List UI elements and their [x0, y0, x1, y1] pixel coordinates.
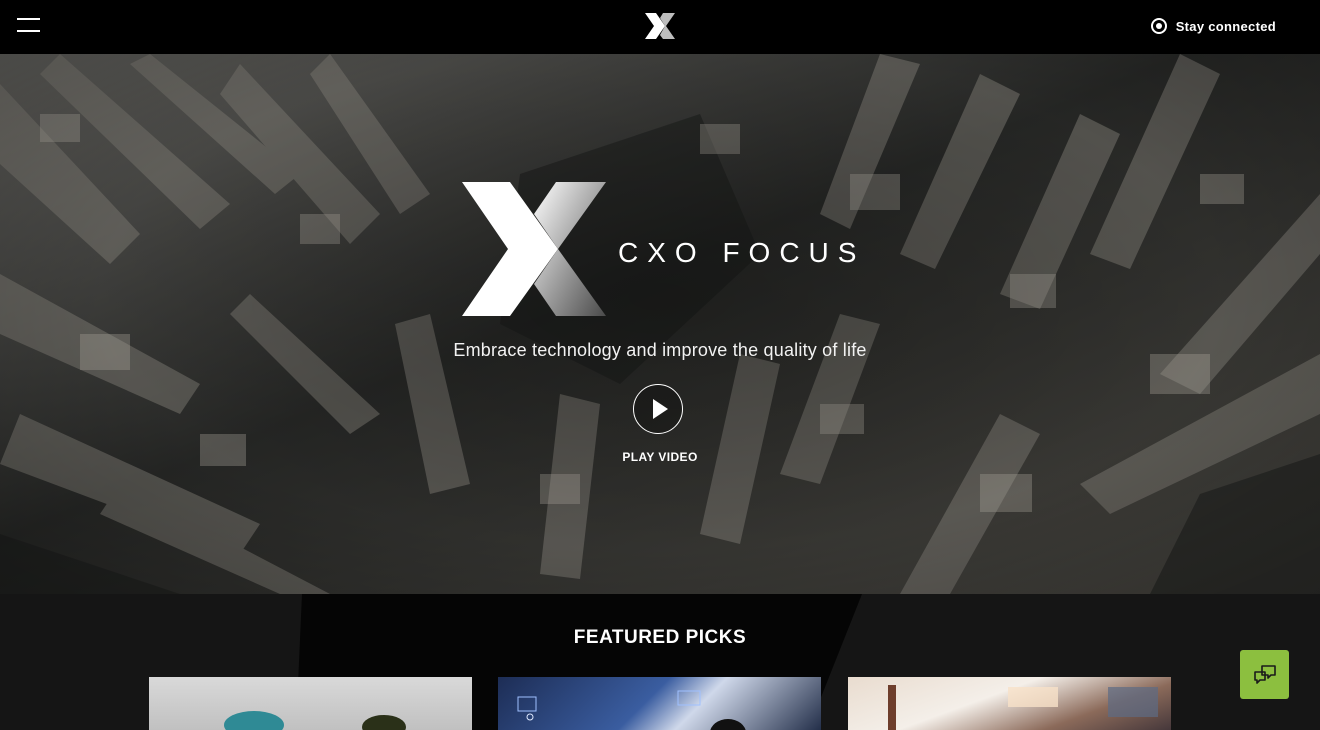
featured-picks-section: FEATURED PICKS: [0, 594, 1320, 730]
cxo-focus-brand: CXO FOCUS: [458, 180, 865, 318]
top-navigation-bar: Stay connected: [0, 0, 1320, 54]
featured-pick-image-1: [224, 711, 406, 730]
chat-bubbles-icon: [1253, 664, 1276, 684]
featured-pick-card-2[interactable]: [498, 677, 821, 730]
chat-button[interactable]: [1240, 650, 1289, 699]
featured-pick-card-3[interactable]: [848, 677, 1171, 730]
brand-name: CXO FOCUS: [618, 237, 866, 268]
hero-overlay: [0, 54, 1320, 594]
radio-dot-icon: [1150, 18, 1167, 34]
stay-connected-label: Stay connected: [1175, 18, 1276, 34]
x-logo-icon: [462, 182, 606, 316]
x-logo-icon[interactable]: [644, 13, 676, 39]
featured-pick-image-3: [888, 685, 1158, 730]
play-icon[interactable]: [633, 384, 683, 434]
hero-banner: CXO FOCUS Embrace technology and improve…: [0, 54, 1320, 594]
featured-pick-image-2: [517, 690, 746, 730]
play-video-label[interactable]: PLAY VIDEO: [0, 450, 1320, 464]
stay-connected-link[interactable]: Stay connected: [1150, 14, 1276, 38]
featured-picks-title: FEATURED PICKS: [573, 627, 747, 648]
featured-pick-card-1[interactable]: [149, 677, 472, 730]
hamburger-menu-icon[interactable]: [17, 16, 41, 36]
hero-tagline: Embrace technology and improve the quali…: [453, 340, 867, 360]
